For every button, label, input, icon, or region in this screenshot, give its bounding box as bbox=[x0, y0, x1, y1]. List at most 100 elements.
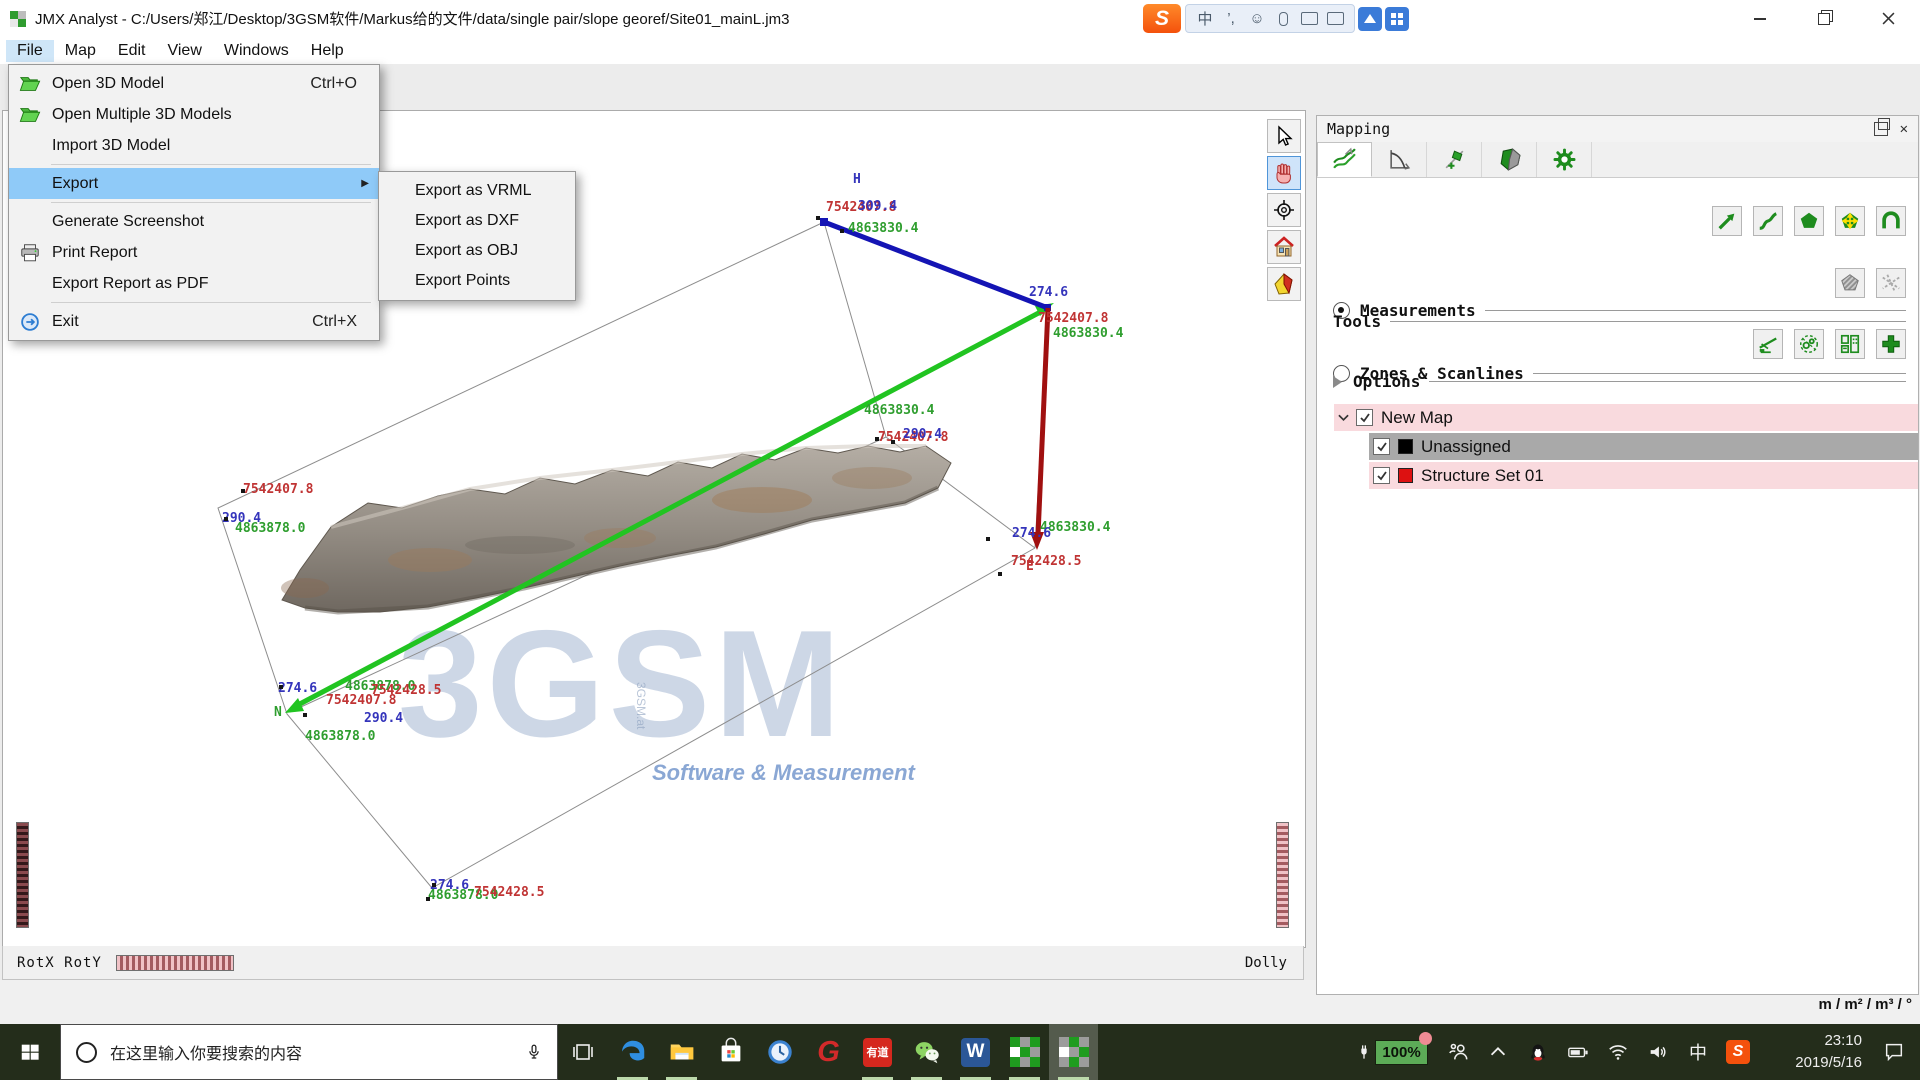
file-menu-item-open-3d-model[interactable]: Open 3D ModelCtrl+O bbox=[9, 68, 379, 99]
checker-app-icon[interactable] bbox=[1000, 1024, 1049, 1080]
checkbox[interactable] bbox=[1356, 409, 1373, 426]
tree-row-new-map[interactable]: New Map bbox=[1334, 404, 1918, 431]
ime-chinese-icon[interactable]: 中 bbox=[1193, 8, 1217, 30]
file-explorer-icon[interactable] bbox=[657, 1024, 706, 1080]
measure-arrow-button[interactable] bbox=[1712, 206, 1742, 236]
printer-icon bbox=[15, 241, 45, 265]
tool-slope-button[interactable] bbox=[1753, 329, 1783, 359]
menu-item-label: Open Multiple 3D Models bbox=[52, 106, 369, 124]
pan-hand-tool-button[interactable] bbox=[1267, 156, 1301, 190]
g-app-icon[interactable]: G bbox=[804, 1024, 853, 1080]
apps-grid-icon[interactable] bbox=[1385, 7, 1409, 31]
measure-arch-button[interactable] bbox=[1876, 206, 1906, 236]
task-view-button[interactable] bbox=[558, 1024, 608, 1080]
wifi-icon[interactable] bbox=[1598, 1024, 1638, 1080]
ime-indicator[interactable]: 中 bbox=[1678, 1024, 1718, 1080]
tab-settings-gear-icon[interactable] bbox=[1537, 142, 1592, 177]
youdao-icon[interactable]: 有道 bbox=[853, 1024, 902, 1080]
keyboard-icon[interactable] bbox=[1297, 8, 1321, 30]
tool-histogram-button[interactable] bbox=[1835, 329, 1865, 359]
taskbar-clock[interactable]: 23:10 2019/5/16 bbox=[1758, 1030, 1868, 1074]
options-row[interactable]: Options bbox=[1333, 372, 1906, 391]
mapping-panel-header: Mapping ✕ bbox=[1317, 116, 1918, 143]
file-menu-item-export-report-as-pdf[interactable]: Export Report as PDF bbox=[9, 268, 379, 299]
tab-profile-icon[interactable] bbox=[1372, 142, 1427, 177]
search-input[interactable]: 在这里输入你要搜索的内容 bbox=[60, 1024, 558, 1080]
measure-expand-button[interactable] bbox=[1835, 206, 1865, 236]
rotx-vertical-slider[interactable] bbox=[16, 822, 29, 928]
file-menu-item-exit[interactable]: ExitCtrl+X bbox=[9, 306, 379, 337]
file-menu-item-generate-screenshot[interactable]: Generate Screenshot bbox=[9, 206, 379, 237]
tab-marker-icon[interactable] bbox=[1427, 142, 1482, 177]
chevron-up-icon[interactable] bbox=[1478, 1024, 1518, 1080]
edge-icon[interactable] bbox=[608, 1024, 657, 1080]
sogou-tray-icon[interactable]: S bbox=[1718, 1024, 1758, 1080]
battery-status-widget[interactable]: 100% bbox=[1346, 1024, 1438, 1080]
tick-mark bbox=[998, 572, 1002, 576]
tab-scanline-map-icon[interactable] bbox=[1317, 142, 1372, 177]
tree-row-unassigned[interactable]: Unassigned bbox=[1369, 433, 1918, 460]
word-icon[interactable]: W bbox=[951, 1024, 1000, 1080]
float-window-icon[interactable] bbox=[1874, 122, 1888, 136]
menubar-item-map[interactable]: Map bbox=[54, 40, 107, 62]
options-expander-icon[interactable] bbox=[1333, 376, 1342, 388]
upload-icon[interactable] bbox=[1358, 7, 1382, 31]
measure-polyline-button[interactable] bbox=[1753, 206, 1783, 236]
menubar-item-file[interactable]: File bbox=[6, 40, 54, 62]
store-icon[interactable] bbox=[706, 1024, 755, 1080]
tree-row-structure-set-01[interactable]: Structure Set 01 bbox=[1369, 462, 1918, 489]
clipboard-icon[interactable] bbox=[1323, 8, 1347, 30]
volume-icon[interactable] bbox=[1638, 1024, 1678, 1080]
punctuation-icon[interactable]: ’, bbox=[1219, 8, 1243, 30]
menu-item-label: Open 3D Model bbox=[52, 75, 310, 93]
file-menu-item-export[interactable]: Export▶ bbox=[9, 168, 379, 199]
checker-app-2-icon[interactable] bbox=[1049, 1024, 1098, 1080]
checkbox[interactable] bbox=[1373, 467, 1390, 484]
home-tool-button[interactable] bbox=[1267, 230, 1301, 264]
window-controls bbox=[1728, 0, 1920, 37]
minimize-button[interactable] bbox=[1728, 0, 1792, 37]
menubar-item-edit[interactable]: Edit bbox=[107, 40, 157, 62]
submenu-item-export-as-dxf[interactable]: Export as DXF bbox=[379, 206, 575, 236]
file-menu-item-print-report[interactable]: Print Report bbox=[9, 237, 379, 268]
mic-icon[interactable] bbox=[1271, 8, 1295, 30]
checkbox[interactable] bbox=[1373, 438, 1390, 455]
menu-separator bbox=[51, 164, 371, 165]
cursor-tool-button[interactable] bbox=[1267, 119, 1301, 153]
menubar-item-view[interactable]: View bbox=[156, 40, 212, 62]
axis-label: N bbox=[274, 705, 282, 720]
dolly-vertical-slider[interactable] bbox=[1276, 822, 1289, 928]
action-center-icon[interactable] bbox=[1868, 1041, 1920, 1063]
wechat-icon[interactable] bbox=[902, 1024, 951, 1080]
submenu-item-export-as-obj[interactable]: Export as OBJ bbox=[379, 236, 575, 266]
sogou-logo-icon[interactable]: S bbox=[1143, 4, 1181, 33]
emoji-icon[interactable]: ☺ bbox=[1245, 8, 1269, 30]
qq-icon[interactable] bbox=[1518, 1024, 1558, 1080]
menubar-item-help[interactable]: Help bbox=[300, 40, 355, 62]
chevron-down-icon[interactable] bbox=[1338, 414, 1349, 422]
menu-separator bbox=[51, 202, 371, 203]
tick-mark bbox=[875, 437, 879, 441]
cube-tool-button[interactable] bbox=[1267, 267, 1301, 301]
clock-app-icon[interactable] bbox=[755, 1024, 804, 1080]
battery-icon[interactable] bbox=[1558, 1024, 1598, 1080]
target-tool-button[interactable] bbox=[1267, 193, 1301, 227]
measure-polygon-button[interactable] bbox=[1794, 206, 1824, 236]
exit-icon bbox=[15, 310, 45, 334]
export-submenu: Export as VRMLExport as DXFExport as OBJ… bbox=[378, 171, 576, 301]
file-menu-item-open-multiple-3d-models[interactable]: Open Multiple 3D Models bbox=[9, 99, 379, 130]
people-icon[interactable] bbox=[1438, 1024, 1478, 1080]
menubar-item-windows[interactable]: Windows bbox=[213, 40, 300, 62]
tool-stereonet-button[interactable] bbox=[1794, 329, 1824, 359]
close-button[interactable] bbox=[1856, 0, 1920, 37]
restore-button[interactable] bbox=[1792, 0, 1856, 37]
file-menu-item-import-3d-model[interactable]: Import 3D Model bbox=[9, 130, 379, 161]
mic-icon[interactable] bbox=[525, 1042, 543, 1062]
roty-slider[interactable] bbox=[116, 955, 234, 971]
start-button[interactable] bbox=[0, 1024, 60, 1080]
close-icon[interactable]: ✕ bbox=[1900, 122, 1908, 136]
tool-add-button[interactable] bbox=[1876, 329, 1906, 359]
tab-rock-icon[interactable] bbox=[1482, 142, 1537, 177]
submenu-item-export-as-vrml[interactable]: Export as VRML bbox=[379, 176, 575, 206]
submenu-item-export-points[interactable]: Export Points bbox=[379, 266, 575, 296]
